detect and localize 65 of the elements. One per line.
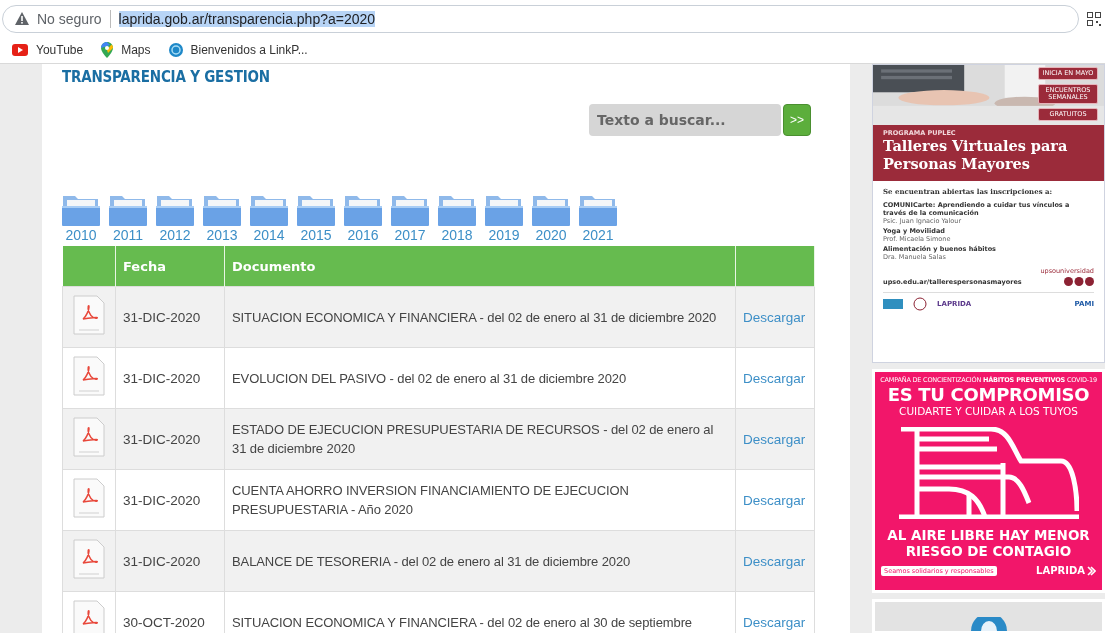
year-link[interactable]: 2018 [441, 227, 473, 243]
pdf-file-icon [73, 294, 105, 335]
folder-icon[interactable] [532, 194, 570, 226]
ad-subline: CUIDARTE Y CUIDAR A LOS TUYOS [899, 405, 1078, 418]
year-link[interactable]: 2016 [347, 227, 379, 243]
brand-logo: LAPRIDA [1036, 565, 1085, 577]
document-cell: CUENTA AHORRO INVERSION FINANCIAMIENTO DE EJECUCION PRESUPUESTARIA - Año 2020 [224, 469, 736, 531]
folder-icon[interactable] [438, 194, 476, 226]
year-link[interactable]: 2020 [535, 227, 567, 243]
folder-icon[interactable] [156, 194, 194, 226]
search-field[interactable]: Texto a buscar... [589, 104, 781, 136]
date-cell: 31-DIC-2020 [115, 286, 225, 348]
pdf-file-icon [73, 355, 105, 396]
social-icons [1064, 277, 1094, 286]
pdf-file-icon [73, 538, 105, 579]
document-cell: BALANCE DE TESORERIA - del 02 de enero al 31 de diciembre 2020 [224, 530, 736, 592]
play-icon [12, 44, 28, 56]
chevron-icon [1087, 565, 1096, 576]
folder-icon[interactable] [485, 194, 523, 226]
bookmark[interactable]: Maps [101, 42, 151, 58]
date-cell: 31-DIC-2020 [115, 469, 225, 531]
date-cell: 31-DIC-2020 [115, 347, 225, 409]
security-label: No seguro [37, 10, 102, 27]
folder-icon[interactable] [344, 194, 382, 226]
pdf-file-icon [73, 477, 105, 518]
ad-headline: ES TU COMPROMISO [887, 384, 1090, 406]
document-cell: EVOLUCION DEL PASIVO - del 02 de enero al 31 de diciembre 2020 [224, 347, 736, 409]
folder-icon[interactable] [297, 194, 335, 226]
column-header: Documento [224, 246, 736, 287]
year-link[interactable]: 2011 [112, 227, 144, 243]
year-link[interactable]: 2012 [159, 227, 191, 243]
bookmark[interactable]: Bienvenidos a LinkP... [168, 43, 308, 57]
folder-icon[interactable] [391, 194, 429, 226]
folder-icon[interactable] [109, 194, 147, 226]
year-link[interactable]: 2015 [300, 227, 332, 243]
year-link[interactable]: 2017 [394, 227, 426, 243]
year-link[interactable]: 2021 [582, 227, 614, 243]
qr-code-icon[interactable] [1087, 11, 1101, 26]
document-cell: ESTADO DE EJECUCION PRESUPUESTARIA DE RECURSOS - del 02 de enero al 31 de diciembre 2020 [224, 408, 736, 470]
seal-icon [913, 297, 927, 311]
date-cell: 31-DIC-2020 [115, 408, 225, 470]
ad-title: Talleres Virtuales para Personas Mayores [883, 137, 1069, 173]
globe-icon [970, 617, 1007, 631]
document-cell: SITUACION ECONOMICA Y FINANCIERA - del 02 de enero al 31 de diciembre 2020 [224, 286, 736, 348]
folder-icon[interactable] [203, 194, 241, 226]
year-link[interactable]: 2010 [65, 227, 97, 243]
folder-icon[interactable] [579, 194, 617, 226]
year-link[interactable]: 2014 [253, 227, 285, 243]
warning-icon [15, 12, 29, 25]
ad-message: AL AIRE LIBRE HAY MENOR RIESGO DE CONTAGIO [886, 527, 1091, 560]
banner-card[interactable] [872, 64, 1105, 364]
page-heading: TRANSPARENCIA Y GESTION [62, 68, 271, 86]
map-pin-icon [101, 42, 114, 58]
globe-icon [168, 43, 183, 57]
date-cell: 31-DIC-2020 [115, 530, 225, 592]
year-link[interactable]: 2019 [488, 227, 520, 243]
folder-icon[interactable] [250, 194, 288, 226]
logo-icon [883, 299, 903, 309]
pdf-file-icon [73, 416, 105, 457]
year-link[interactable]: 2013 [206, 227, 238, 243]
url-text: laprida.gob.ar/transparencia.php?a=2020 [118, 10, 376, 27]
column-header: Fecha [115, 246, 225, 287]
bookmark[interactable]: YouTube [12, 43, 84, 57]
search-button[interactable]: >> [783, 104, 811, 136]
folder-icon[interactable] [62, 194, 100, 226]
